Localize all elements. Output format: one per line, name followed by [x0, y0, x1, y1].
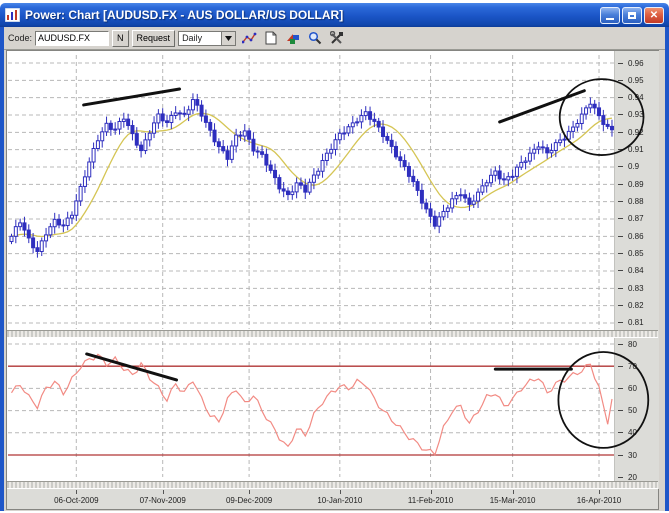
price-axis-label: 0.93 — [615, 110, 659, 119]
titlebar: Power: Chart [AUDUSD.FX - AUS DOLLAR/US … — [0, 3, 669, 27]
price-axis-label: 0.89 — [615, 180, 659, 189]
price-axis-label: 0.88 — [615, 197, 659, 206]
date-label: 07-Nov-2009 — [139, 496, 186, 505]
date-label: 15-Mar-2010 — [489, 496, 536, 505]
request-button[interactable]: Request — [131, 29, 176, 47]
panel-divider-bottom[interactable] — [7, 481, 658, 489]
code-label: Code: — [8, 33, 33, 43]
minimize-button[interactable] — [600, 6, 620, 24]
price-axis-label: 0.84 — [615, 266, 659, 275]
rsi-plot — [8, 341, 650, 477]
new-document-icon[interactable] — [262, 29, 280, 47]
date-tick — [599, 490, 601, 494]
window-title: Power: Chart [AUDUSD.FX - AUS DOLLAR/US … — [25, 8, 344, 22]
period-select[interactable]: Daily — [178, 30, 237, 46]
rsi-axis-label: 80 — [615, 340, 659, 349]
panel-divider[interactable] — [7, 330, 658, 338]
date-label: 09-Dec-2009 — [225, 496, 273, 505]
date-tick — [249, 490, 251, 494]
app-icon — [5, 8, 20, 22]
chart-style-icon[interactable] — [284, 29, 302, 47]
rsi-grid — [8, 341, 614, 477]
chart-icon[interactable] — [240, 29, 258, 47]
price-axis-label: 0.9 — [615, 162, 659, 171]
toolbar: Code: N Request Daily — [4, 27, 665, 50]
price-axis-label: 0.85 — [615, 249, 659, 258]
price-axis-label: 0.86 — [615, 232, 659, 241]
price-axis-label: 0.82 — [615, 301, 659, 310]
date-tick — [430, 490, 432, 494]
annotations — [82, 78, 645, 156]
date-label: 10-Jan-2010 — [317, 496, 363, 505]
window-body: Code: N Request Daily — [0, 27, 669, 511]
rsi-axis-label: 60 — [615, 384, 659, 393]
price-axis-label: 0.83 — [615, 284, 659, 293]
maximize-button[interactable] — [622, 6, 642, 24]
price-axis-label: 0.81 — [615, 318, 659, 327]
rsi-axis-label: 50 — [615, 406, 659, 415]
code-input[interactable] — [35, 30, 110, 46]
rsi-axis-label: 30 — [615, 451, 659, 460]
price-plot — [8, 53, 645, 329]
period-selected-value: Daily — [182, 33, 203, 43]
price-axis-label: 0.92 — [615, 128, 659, 137]
price-axis: 0.96 0.95 0.94 0.93 0.92 0.91 0.9 0.89 0.88 0.87 0… — [614, 51, 659, 489]
date-tick — [339, 490, 341, 494]
price-axis-label: 0.96 — [615, 59, 659, 68]
tools-icon[interactable] — [328, 29, 346, 47]
price-axis-label: 0.87 — [615, 214, 659, 223]
zoom-icon[interactable] — [306, 29, 324, 47]
date-axis: 06-Oct-2009 07-Nov-2009 09-Dec-2009 10-Jan-… — [7, 489, 658, 509]
date-label: 11-Feb-2010 — [407, 496, 454, 505]
date-tick — [512, 490, 514, 494]
close-button[interactable]: ✕ — [644, 6, 664, 24]
date-tick — [76, 490, 78, 494]
app-window: Power: Chart [AUDUSD.FX - AUS DOLLAR/US … — [0, 0, 669, 513]
chevron-down-icon[interactable] — [221, 31, 236, 45]
name-lookup-button[interactable]: N — [112, 29, 129, 47]
chart-panel: 0.96 0.95 0.94 0.93 0.92 0.91 0.9 0.89 0.88 0.87 0… — [6, 50, 659, 510]
date-tick — [162, 490, 164, 494]
date-label: 16-Apr-2010 — [576, 496, 622, 505]
date-label: 06-Oct-2009 — [54, 496, 99, 505]
